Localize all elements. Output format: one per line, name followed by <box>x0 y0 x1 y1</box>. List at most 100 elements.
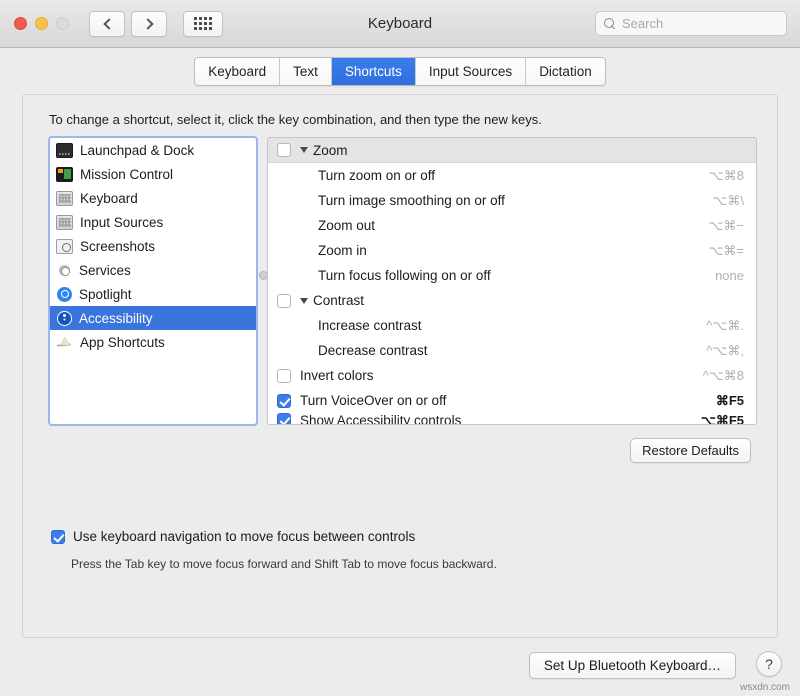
shortcut-checkbox[interactable] <box>277 369 291 383</box>
pane-divider[interactable] <box>257 137 267 425</box>
shortcut-group-contrast[interactable]: Contrast <box>268 288 756 313</box>
shortcut-row-accessibility-controls[interactable]: Show Accessibility controls ⌥⌘F5 <box>268 413 756 425</box>
sidebar-item-app-shortcuts[interactable]: App Shortcuts <box>50 330 256 354</box>
sidebar-item-screenshots[interactable]: Screenshots <box>50 234 256 258</box>
disclosure-triangle-icon[interactable] <box>300 147 308 153</box>
sidebar-item-services[interactable]: Services <box>50 258 256 282</box>
sidebar-item-label: Mission Control <box>80 167 173 182</box>
shortcut-group-zoom[interactable]: Zoom <box>268 138 756 163</box>
shortcut-label: Turn zoom on or off <box>300 168 709 183</box>
shortcut-row-invert-colors[interactable]: Invert colors ^⌥⌘8 <box>268 363 756 388</box>
sidebar-item-label: Launchpad & Dock <box>80 143 194 158</box>
sidebar-item-accessibility[interactable]: Accessibility <box>50 306 256 330</box>
input-sources-icon <box>56 215 73 230</box>
shortcut-label: Decrease contrast <box>300 343 706 358</box>
shortcut-label: Contrast <box>313 293 744 308</box>
zoom-button <box>56 17 69 30</box>
shortcut-row[interactable]: Decrease contrast ^⌥⌘, <box>268 338 756 363</box>
shortcut-key[interactable]: ^⌥⌘8 <box>703 368 744 384</box>
sidebar-item-label: Spotlight <box>79 287 132 302</box>
shortcut-row[interactable]: Zoom out ⌥⌘− <box>268 213 756 238</box>
shortcut-label: Turn focus following on or off <box>300 268 715 283</box>
shortcut-key[interactable]: ⌥⌘\ <box>712 193 744 209</box>
category-list[interactable]: Launchpad & Dock Mission Control Keyboar… <box>49 137 257 425</box>
traffic-lights <box>14 17 69 30</box>
shortcut-label: Zoom <box>313 143 744 158</box>
services-gear-icon <box>57 263 72 278</box>
sidebar-item-mission-control[interactable]: Mission Control <box>50 162 256 186</box>
shortcut-list[interactable]: Zoom Turn zoom on or off ⌥⌘8 Turn image … <box>267 137 757 425</box>
launchpad-icon <box>56 143 73 158</box>
app-shortcuts-icon <box>56 335 73 350</box>
tab-input-sources[interactable]: Input Sources <box>416 58 526 85</box>
shortcut-key[interactable]: ⌥⌘8 <box>709 168 744 184</box>
group-checkbox[interactable] <box>277 294 291 308</box>
checkbox-cell <box>268 369 300 383</box>
screenshots-icon <box>56 239 73 254</box>
set-up-bluetooth-keyboard-button[interactable]: Set Up Bluetooth Keyboard… <box>529 652 736 679</box>
tab-bar: Keyboard Text Shortcuts Input Sources Di… <box>0 48 800 94</box>
tab-dictation[interactable]: Dictation <box>526 58 605 85</box>
shortcut-row[interactable]: Turn image smoothing on or off ⌥⌘\ <box>268 188 756 213</box>
shortcuts-pane: To change a shortcut, select it, click t… <box>22 94 778 638</box>
spotlight-search-icon <box>57 287 72 302</box>
show-all-button[interactable] <box>183 11 223 37</box>
checkbox-cell <box>268 394 300 408</box>
shortcut-label: Invert colors <box>300 368 703 383</box>
search-icon <box>604 18 616 30</box>
minimize-button[interactable] <box>35 17 48 30</box>
shortcut-checkbox[interactable] <box>277 413 291 425</box>
close-button[interactable] <box>14 17 27 30</box>
tab-shortcuts[interactable]: Shortcuts <box>332 58 416 85</box>
keyboard-navigation-hint: Press the Tab key to move focus forward … <box>71 557 497 571</box>
shortcut-row[interactable]: Zoom in ⌥⌘= <box>268 238 756 263</box>
disclosure-triangle-icon[interactable] <box>300 298 308 304</box>
shortcut-checkbox[interactable] <box>277 394 291 408</box>
sidebar-item-keyboard[interactable]: Keyboard <box>50 186 256 210</box>
sidebar-item-input-sources[interactable]: Input Sources <box>50 210 256 234</box>
titlebar: Keyboard <box>0 0 800 48</box>
shortcut-key[interactable]: ⌘F5 <box>716 393 744 409</box>
keyboard-navigation-checkbox[interactable] <box>51 530 65 544</box>
sidebar-item-label: Services <box>79 263 131 278</box>
search-input[interactable] <box>622 16 778 31</box>
checkbox-cell <box>268 413 300 425</box>
shortcut-key[interactable]: ^⌥⌘, <box>706 343 744 359</box>
sidebar-item-label: App Shortcuts <box>80 335 165 350</box>
shortcut-key[interactable]: none <box>715 268 744 283</box>
restore-defaults-wrapper: Restore Defaults <box>630 438 751 463</box>
navigation-buttons <box>89 11 167 37</box>
back-button[interactable] <box>89 11 125 37</box>
shortcut-row[interactable]: Turn zoom on or off ⌥⌘8 <box>268 163 756 188</box>
group-checkbox[interactable] <box>277 143 291 157</box>
sidebar-item-label: Keyboard <box>80 191 138 206</box>
help-button[interactable]: ? <box>756 651 782 677</box>
sidebar-item-spotlight[interactable]: Spotlight <box>50 282 256 306</box>
split-panes: Launchpad & Dock Mission Control Keyboar… <box>49 137 757 425</box>
shortcut-row-voiceover[interactable]: Turn VoiceOver on or off ⌘F5 <box>268 388 756 413</box>
shortcut-key[interactable]: ⌥⌘= <box>708 243 744 259</box>
watermark: wsxdn.com <box>740 682 790 693</box>
shortcut-key[interactable]: ⌥⌘− <box>708 218 744 234</box>
shortcut-row[interactable]: Increase contrast ^⌥⌘. <box>268 313 756 338</box>
shortcut-key[interactable]: ⌥⌘F5 <box>701 413 744 425</box>
tab-keyboard[interactable]: Keyboard <box>195 58 280 85</box>
forward-button[interactable] <box>131 11 167 37</box>
shortcut-row[interactable]: Turn focus following on or off none <box>268 263 756 288</box>
shortcut-label: Turn image smoothing on or off <box>300 193 712 208</box>
search-field[interactable] <box>595 11 787 36</box>
sidebar-item-label: Screenshots <box>80 239 155 254</box>
sidebar-item-launchpad-dock[interactable]: Launchpad & Dock <box>50 138 256 162</box>
shortcut-label: Increase contrast <box>300 318 706 333</box>
chevron-right-icon <box>142 18 153 29</box>
group-checkbox-cell <box>268 294 300 308</box>
mission-control-icon <box>56 167 73 182</box>
keyboard-navigation-option[interactable]: Use keyboard navigation to move focus be… <box>51 529 415 544</box>
chevron-left-icon <box>103 18 114 29</box>
tab-text[interactable]: Text <box>280 58 332 85</box>
sidebar-item-label: Input Sources <box>80 215 163 230</box>
sidebar-item-label: Accessibility <box>79 311 153 326</box>
keyboard-navigation-label: Use keyboard navigation to move focus be… <box>73 529 415 544</box>
shortcut-key[interactable]: ^⌥⌘. <box>706 318 744 334</box>
restore-defaults-button[interactable]: Restore Defaults <box>630 438 751 463</box>
